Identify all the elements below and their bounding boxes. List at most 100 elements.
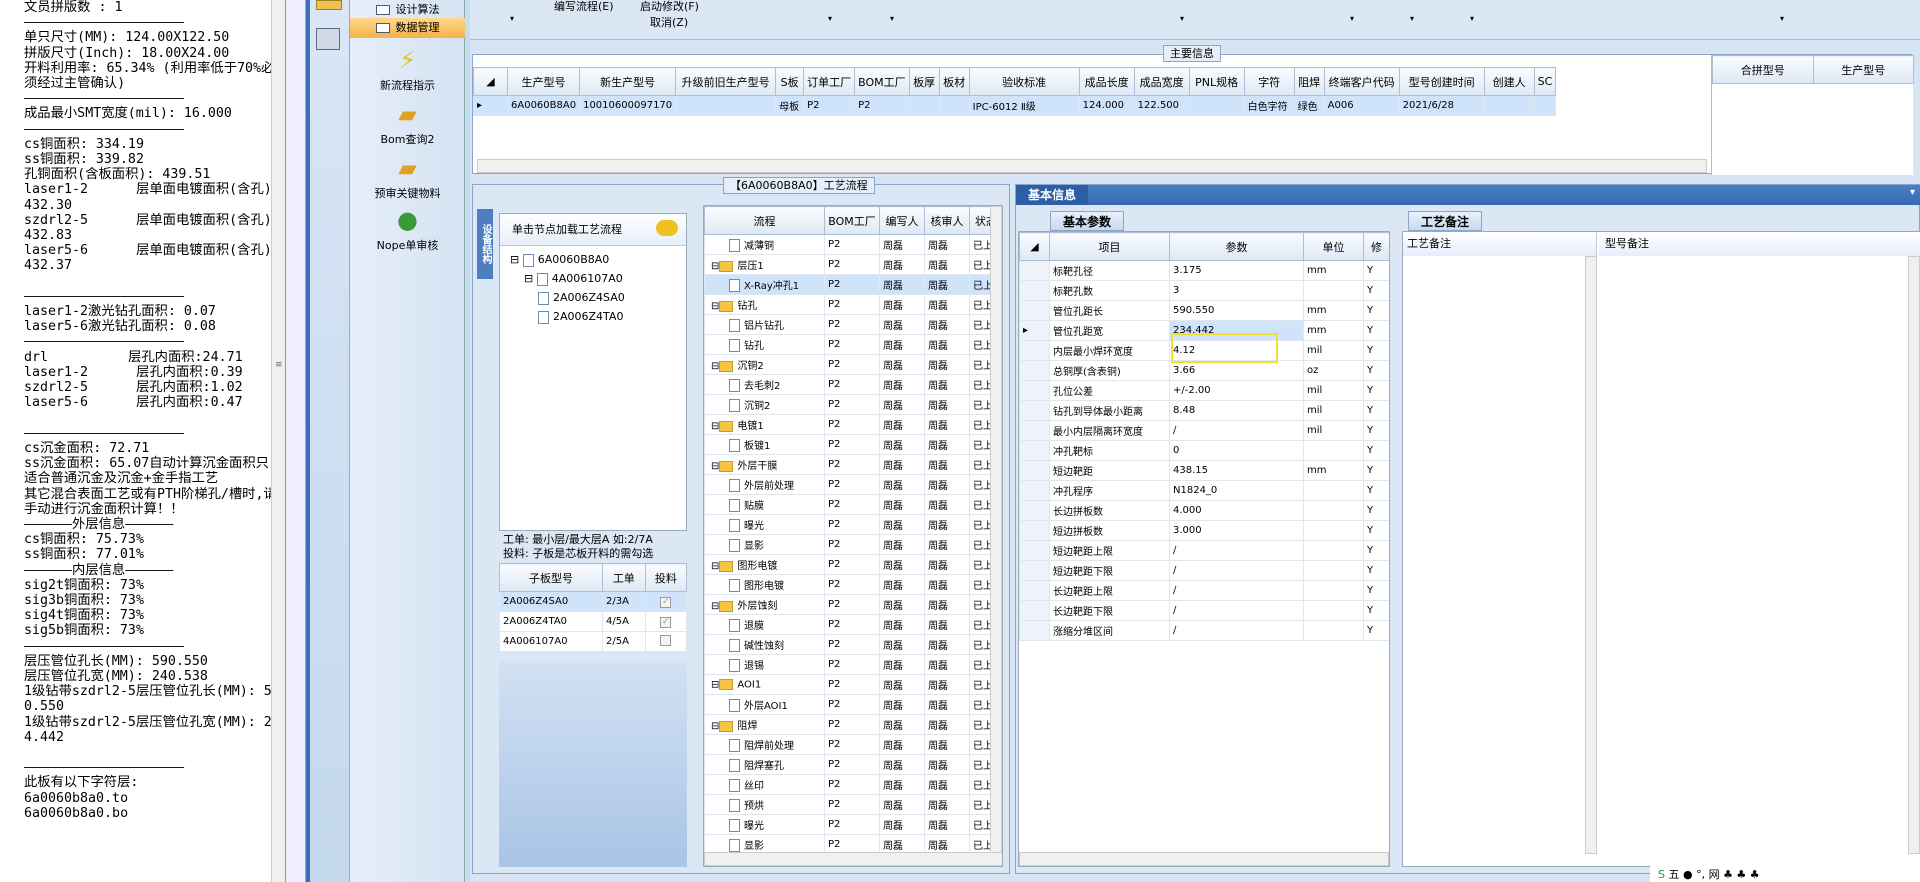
collapse-icon[interactable]: ⊟ [711, 721, 719, 732]
param-value[interactable]: 3 [1169, 280, 1304, 301]
sub-order[interactable]: 2/3A [601, 591, 646, 612]
table-row[interactable]: 短边靶距下限 / Y [1019, 560, 1389, 581]
sub-order[interactable]: 2/5A [601, 631, 646, 652]
process-name-cell[interactable]: 丝印 [704, 774, 825, 795]
dropdown-arrow-icon[interactable]: ▾ [1410, 14, 1414, 23]
process-name-cell[interactable]: 铝片钻孔 [704, 314, 825, 335]
process-name-cell[interactable]: 去毛刺2 [704, 374, 825, 395]
col-header[interactable]: 终端客户代码 [1323, 67, 1400, 96]
table-row[interactable]: 长边靶距下限 / Y [1019, 600, 1389, 621]
cancel-button[interactable]: 取消(Z) [650, 14, 688, 30]
process-name-cell[interactable]: 板镀1 [704, 434, 825, 455]
text-pane[interactable]: 文员拼版数 : 1 ———————————————————— 单只尺寸(MM):… [0, 0, 286, 882]
col-header[interactable]: BOM工厂 [854, 67, 910, 96]
feed-checkbox[interactable] [660, 634, 672, 646]
process-name-cell[interactable]: 阻焊前处理 [704, 734, 825, 755]
feed-checkbox[interactable]: ✓ [660, 596, 672, 608]
table-row[interactable]: 退膜 P2 周磊 周磊 已上R [704, 614, 1002, 635]
table-row[interactable]: 碱性蚀刻 P2 周磊 周磊 已上R [704, 634, 1002, 655]
param-value[interactable]: +/-2.00 [1169, 380, 1304, 401]
table-row[interactable]: 最小内层隔离环宽度 / mil Y [1019, 420, 1389, 441]
table-row[interactable]: 图形电镀 P2 周磊 周磊 已上R [704, 574, 1002, 595]
table-row[interactable]: 涨缩分堆区间 / Y [1019, 620, 1389, 641]
table-row[interactable]: ⊟ 外层干膜 P2 周磊 周磊 已上R [704, 454, 1002, 475]
horizontal-scrollbar[interactable] [477, 159, 1707, 173]
table-row[interactable]: ⊟ 图形电镀 P2 周磊 周磊 已上R [704, 554, 1002, 575]
table-row[interactable]: 标靶孔径 3.175 mm Y [1019, 260, 1389, 281]
collapse-icon[interactable]: ⊟ [711, 301, 719, 312]
table-row[interactable]: 丝印 P2 周磊 周磊 已上R [704, 774, 1002, 795]
param-value[interactable]: 0 [1169, 440, 1304, 461]
col-header[interactable]: 订单工厂 [803, 67, 856, 96]
param-value[interactable]: 590.550 [1169, 300, 1304, 321]
process-name-cell[interactable]: 减薄铜 [704, 234, 825, 255]
tab-basic-params[interactable]: 基本参数 [1050, 211, 1125, 231]
nav-item-new-flow[interactable]: ⚡ 新流程指示 [350, 46, 465, 93]
cell[interactable]: 122.500 [1133, 95, 1190, 116]
param-value[interactable]: / [1169, 580, 1304, 601]
vertical-scrollbar[interactable]: ≡ [271, 0, 285, 882]
table-row[interactable]: ⊟ AOI1 P2 周磊 周磊 已上R [704, 674, 1002, 695]
param-value[interactable]: / [1169, 600, 1304, 621]
cell[interactable]: 绿色 [1293, 95, 1325, 116]
col-header[interactable]: 成品宽度 [1133, 67, 1190, 96]
table-row[interactable]: 阻焊塞孔 P2 周磊 周磊 已上R [704, 754, 1002, 775]
process-name-cell[interactable]: 预烘 [704, 794, 825, 815]
nav-item-bom-query[interactable]: ▰ Bom查询2 [350, 100, 465, 147]
param-col-header[interactable]: 参数 [1169, 232, 1304, 261]
table-row[interactable]: 2A006Z4SA0 2/3A ✓ [499, 591, 688, 612]
param-value[interactable]: N1824_0 [1169, 480, 1304, 501]
process-name-cell[interactable]: ⊟ 外层蚀刻 [704, 594, 825, 615]
table-row[interactable]: 冲孔靶标 0 Y [1019, 440, 1389, 461]
edit-flow-button[interactable]: 编写流程(E) [554, 0, 614, 14]
cell[interactable]: P2 [854, 95, 910, 116]
table-row[interactable]: ⊟ 沉铜2 P2 周磊 周磊 已上R [704, 354, 1002, 375]
nav-design-button[interactable]: 设计算法 [350, 0, 465, 20]
cell[interactable] [938, 95, 970, 116]
table-row[interactable]: 曝光 P2 周磊 周磊 已上R [704, 514, 1002, 535]
table-row[interactable]: 4A006107A0 2/5A [499, 631, 688, 652]
expand-icon[interactable]: ⊟ [524, 272, 537, 285]
cell[interactable] [675, 95, 777, 116]
process-name-cell[interactable]: 阻焊塞孔 [704, 754, 825, 775]
table-row[interactable]: 减薄铜 P2 周磊 周磊 已上R [704, 234, 1002, 255]
col-header[interactable]: 板材 [938, 67, 970, 96]
table-row[interactable]: 钻孔到导体最小距离 8.48 mil Y [1019, 400, 1389, 421]
cell[interactable]: A006 [1323, 95, 1400, 116]
table-row[interactable]: 管位孔距长 590.550 mm Y [1019, 300, 1389, 321]
table-row[interactable]: 短边靶距上限 / Y [1019, 540, 1389, 561]
dropdown-arrow-icon[interactable]: ▾ [1470, 14, 1474, 23]
table-row[interactable]: 长边拼板数 4.000 Y [1019, 500, 1389, 521]
cell[interactable]: 母板 [775, 95, 805, 116]
tree-node[interactable]: ⊟ 6A0060B8A0 [510, 250, 686, 269]
collapse-icon[interactable]: ⊟ [711, 361, 719, 372]
dropdown-arrow-icon[interactable]: ▾ [1180, 14, 1184, 23]
col-header[interactable]: 生产型号 [506, 67, 581, 96]
vertical-scrollbar[interactable] [990, 206, 1002, 854]
grid-icon[interactable] [316, 0, 342, 10]
cell[interactable]: 白色字符 [1243, 95, 1295, 116]
process-name-cell[interactable]: 曝光 [704, 814, 825, 835]
process-col-header[interactable]: BOM工厂 [824, 206, 880, 235]
table-row[interactable]: 总铜厚(含表铜) 3.66 oz Y [1019, 360, 1389, 381]
process-name-cell[interactable]: ⊟ 层压1 [704, 254, 825, 275]
process-col-header[interactable]: 编写人 [879, 206, 925, 235]
splitter[interactable] [286, 0, 306, 882]
tree-node[interactable]: ⊟ 4A006107A0 [510, 269, 686, 288]
cell[interactable] [1533, 95, 1557, 116]
table-row[interactable]: 铝片钻孔 P2 周磊 周磊 已上R [704, 314, 1002, 335]
table-row[interactable]: 2A006Z4TA0 4/5A ✓ [499, 611, 688, 632]
table-row[interactable]: 标靶孔数 3 Y [1019, 280, 1389, 301]
dropdown-arrow-icon[interactable]: ▾ [890, 14, 894, 23]
table-row[interactable]: 短边靶距 438.15 mm Y [1019, 460, 1389, 481]
dropdown-arrow-icon[interactable]: ▾ [510, 14, 514, 23]
param-value[interactable]: / [1169, 560, 1304, 581]
cell[interactable]: 2021/6/28 [1398, 95, 1485, 116]
cell[interactable] [908, 95, 940, 116]
table-row[interactable]: 钻孔 P2 周磊 周磊 已上R [704, 334, 1002, 355]
process-col-header[interactable]: 核审人 [924, 206, 970, 235]
table-row[interactable]: ⊟ 层压1 P2 周磊 周磊 已上R [704, 254, 1002, 275]
param-value[interactable]: 438.15 [1169, 460, 1304, 481]
process-name-cell[interactable]: 图形电镀 [704, 574, 825, 595]
param-value[interactable]: 3.000 [1169, 520, 1304, 541]
